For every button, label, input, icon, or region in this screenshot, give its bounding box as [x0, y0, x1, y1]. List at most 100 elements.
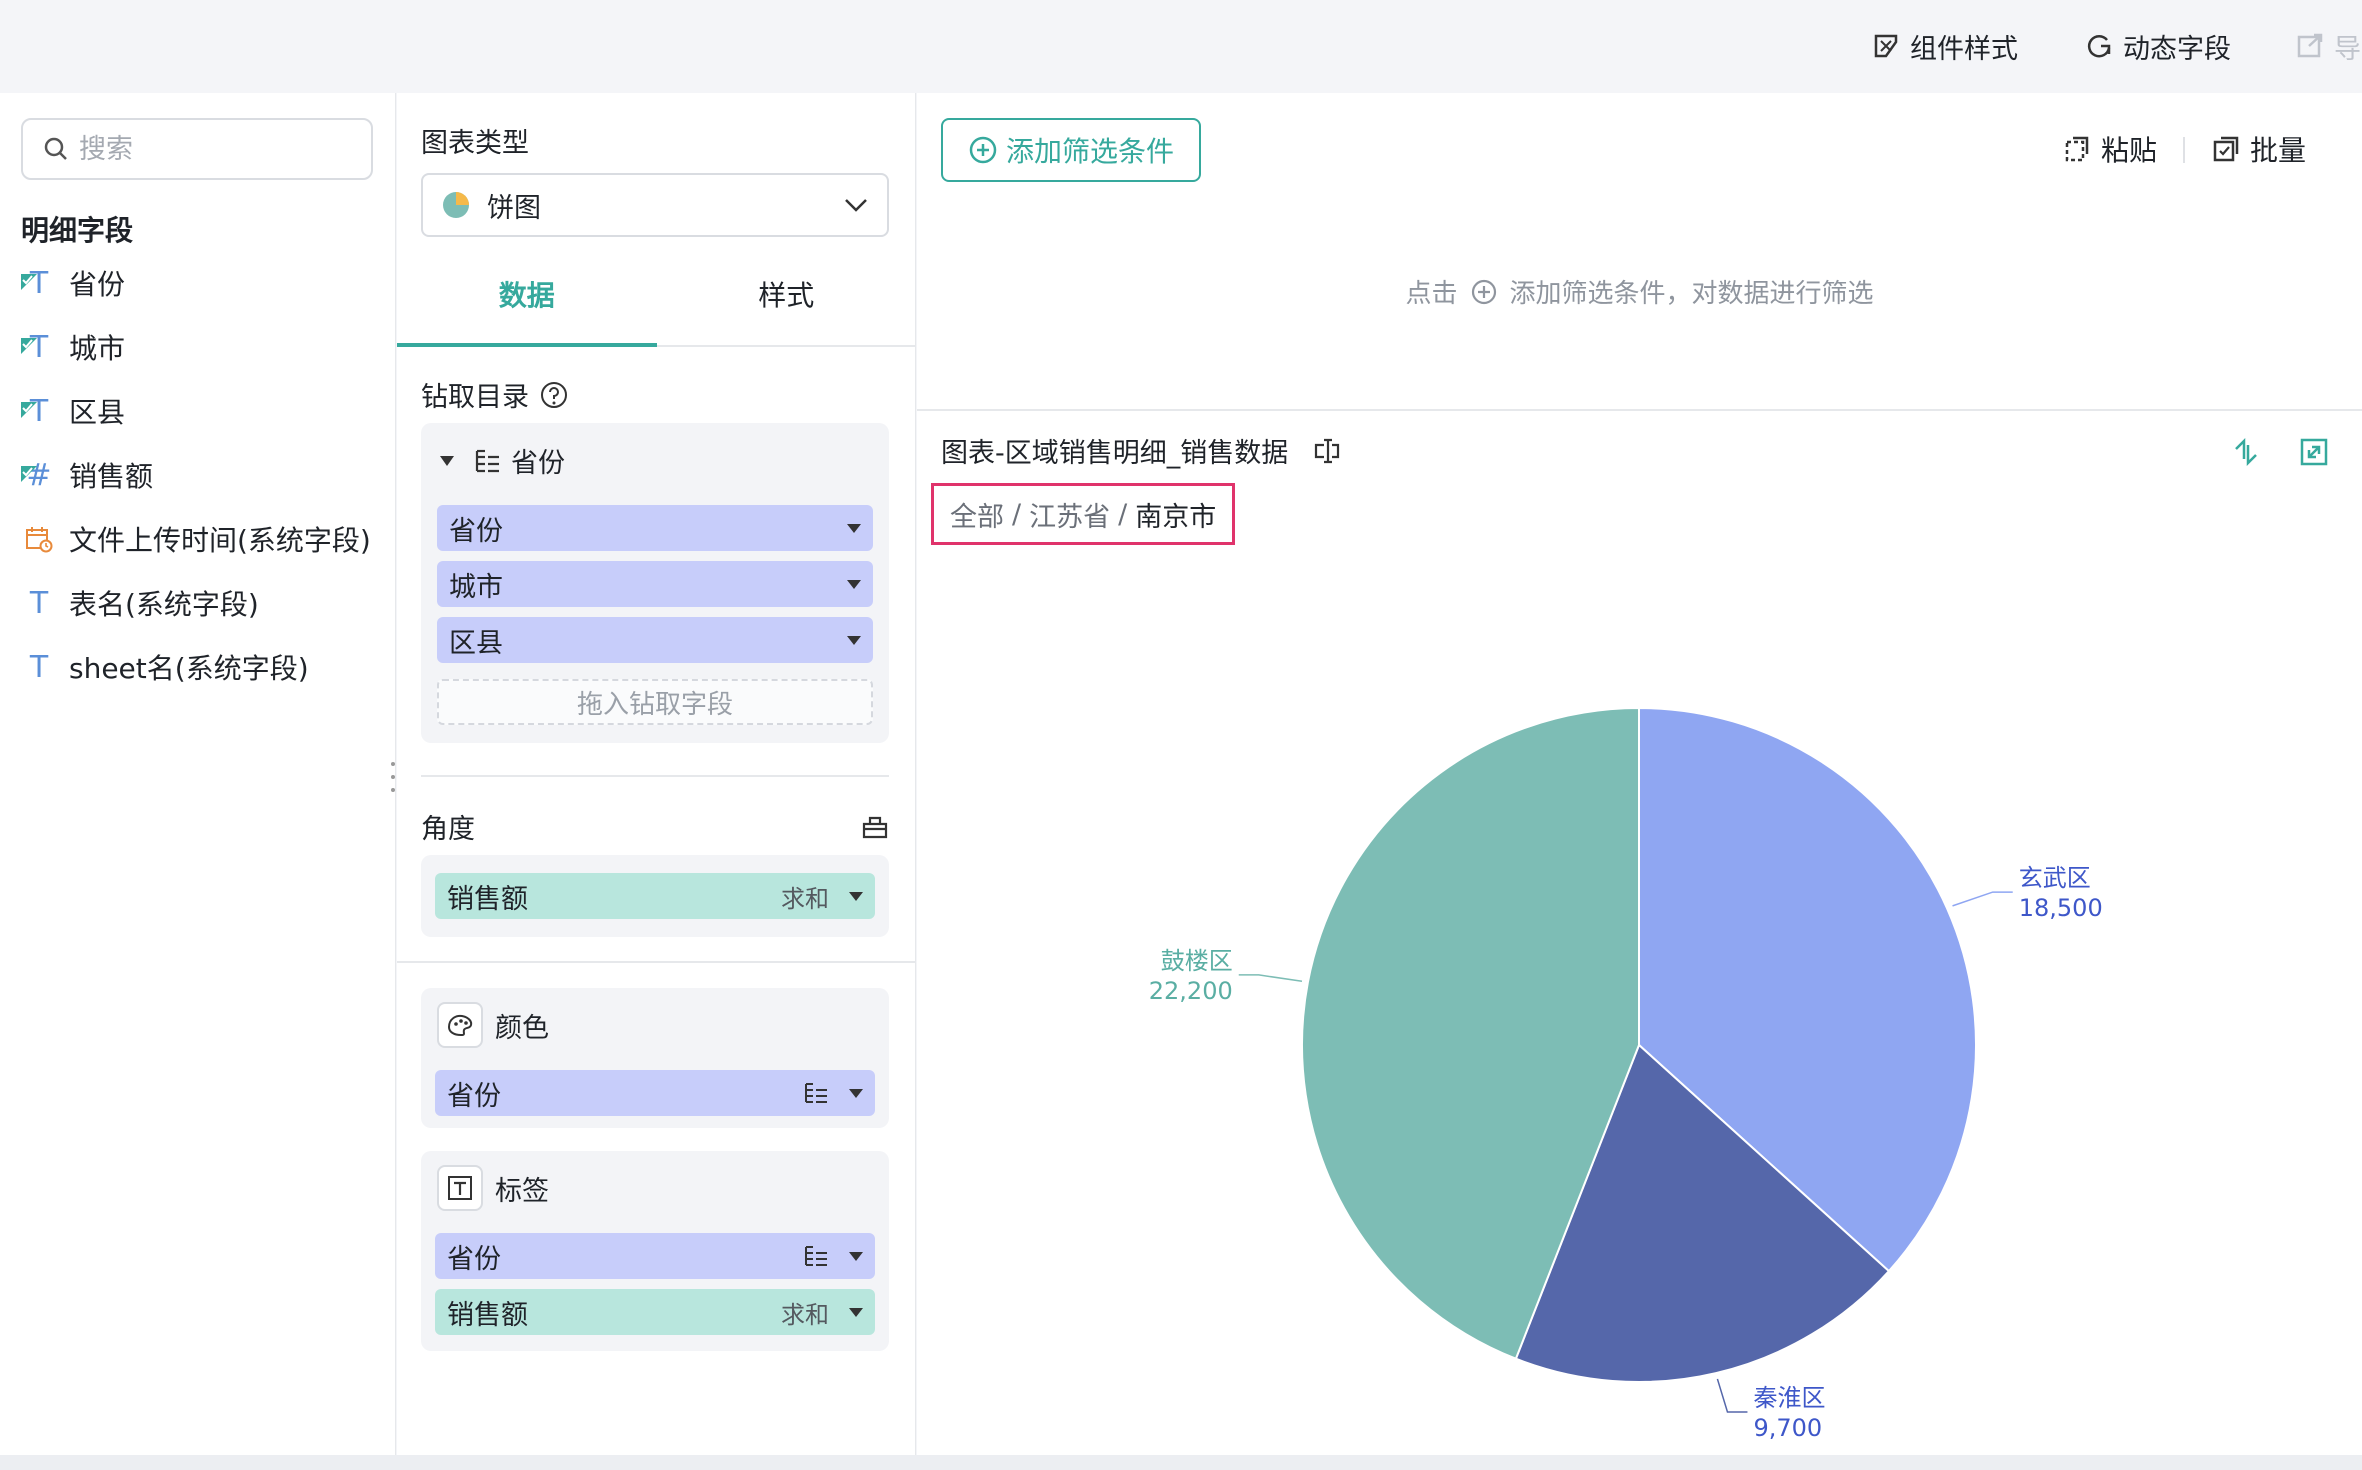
- chart-title-text: 图表-区域销售明细_销售数据: [941, 438, 1289, 469]
- caret-down-icon[interactable]: [847, 635, 861, 645]
- drill-drop-zone[interactable]: 拖入钻取字段: [437, 679, 873, 725]
- field-item[interactable]: # 销售额: [21, 452, 153, 498]
- search-icon: [44, 137, 67, 160]
- field-label: 销售额: [69, 460, 154, 493]
- caret-down-icon[interactable]: [849, 1307, 863, 1317]
- text-type-icon: T: [21, 327, 57, 367]
- angle-section-header: 角度: [421, 807, 889, 846]
- add-filter-button[interactable]: 添加筛选条件: [941, 118, 1201, 182]
- color-header: 颜色: [437, 1002, 549, 1048]
- drill-group-header[interactable]: 省份: [439, 441, 565, 480]
- caret-down-icon[interactable]: [847, 579, 861, 589]
- checked-corner-icon: [21, 263, 37, 290]
- dynamic-field-label: 动态字段: [2123, 33, 2231, 65]
- divider: [397, 961, 916, 963]
- angle-label: 角度: [421, 814, 475, 845]
- help-icon[interactable]: [539, 380, 569, 410]
- field-label: sheet名(系统字段): [69, 652, 309, 685]
- tag-agg: 求和: [781, 1300, 829, 1329]
- field-item[interactable]: T 表名(系统字段): [21, 580, 259, 626]
- text-type-icon: T: [21, 263, 57, 303]
- dynamic-field-button[interactable]: 动态字段: [2085, 26, 2231, 66]
- angle-field-name: 销售额: [447, 883, 528, 915]
- field-list-panel: 明细字段 T省份T城市T区县#销售额文件上传时间(系统字段)T表名(系统字段)T…: [0, 93, 403, 1455]
- tag-field-name: 销售额: [447, 1299, 528, 1331]
- field-item[interactable]: T 区县: [21, 388, 125, 434]
- color-label: 颜色: [495, 1012, 549, 1044]
- field-item[interactable]: T 城市: [21, 324, 125, 370]
- pie-chart-icon: [443, 192, 469, 218]
- color-group: 颜色 省份: [421, 988, 889, 1128]
- drill-field-pill[interactable]: 省份: [437, 505, 873, 551]
- caret-down-icon[interactable]: [849, 1088, 863, 1098]
- export-button[interactable]: 导: [2296, 26, 2361, 66]
- caret-down-icon[interactable]: [849, 891, 863, 901]
- field-label: 表名(系统字段): [69, 588, 259, 621]
- chart-title: 图表-区域销售明细_销售数据: [941, 431, 1342, 470]
- bracket-icon[interactable]: [861, 814, 889, 840]
- field-item[interactable]: 文件上传时间(系统字段): [21, 516, 371, 562]
- brush-icon: [1874, 34, 1898, 58]
- hierarchy-icon: [805, 1083, 827, 1103]
- divider: [2183, 137, 2185, 163]
- batch-label: 批量: [2250, 134, 2307, 167]
- tag-group: 标签 省份销售额 求和: [421, 1151, 889, 1351]
- plus-circle-icon[interactable]: [1470, 278, 1498, 306]
- paste-button[interactable]: 粘贴: [2063, 129, 2157, 169]
- chart-type-select[interactable]: 饼图: [421, 173, 889, 237]
- chart-type-label: 图表类型: [421, 128, 529, 159]
- checked-corner-icon: [21, 455, 37, 482]
- hint-prefix: 点击: [1405, 279, 1458, 309]
- field-label: 文件上传时间(系统字段): [69, 524, 371, 557]
- tag-label: 标签: [495, 1175, 549, 1207]
- field-label: 城市: [69, 332, 126, 365]
- component-style-button[interactable]: 组件样式: [1872, 26, 2018, 66]
- tab-data[interactable]: 数据: [397, 243, 657, 347]
- tag-field-name: 省份: [447, 1243, 501, 1275]
- color-field-pill[interactable]: 省份: [435, 1070, 875, 1116]
- detail-fields-title: 明细字段: [21, 214, 134, 247]
- label-leader-line: [1716, 1378, 1748, 1413]
- component-style-label: 组件样式: [1910, 33, 2018, 65]
- breadcrumb-separator: /: [1012, 498, 1022, 530]
- rename-cursor-icon[interactable]: [1312, 436, 1342, 466]
- text-type-icon: T: [21, 391, 57, 431]
- breadcrumb-item-city: 南京市: [1135, 501, 1217, 533]
- angle-agg: 求和: [781, 884, 829, 913]
- field-item[interactable]: T 省份: [21, 260, 125, 306]
- breadcrumb-item-province[interactable]: 江苏省: [1029, 495, 1110, 534]
- bottom-strip: [0, 1455, 2362, 1470]
- breadcrumb-item-all[interactable]: 全部: [950, 495, 1004, 534]
- checked-corner-icon: [21, 391, 37, 418]
- color-field-name: 省份: [447, 1080, 501, 1112]
- calendar-icon: [21, 519, 57, 559]
- field-item[interactable]: Tsheet名(系统字段): [21, 644, 309, 690]
- field-label: 省份: [69, 268, 126, 301]
- angle-field-pill[interactable]: 销售额 求和: [435, 873, 875, 919]
- fullscreen-icon[interactable]: [2299, 437, 2329, 467]
- tag-field-pill[interactable]: 省份: [435, 1233, 875, 1279]
- caret-down-icon[interactable]: [849, 1251, 863, 1261]
- drill-field-name: 城市: [449, 571, 503, 603]
- slice-value: 9,700: [1753, 1414, 1822, 1442]
- batch-edit-icon: [2213, 136, 2239, 162]
- palette-icon[interactable]: [437, 1002, 483, 1048]
- drill-section-header: 钻取目录: [421, 375, 569, 414]
- pie-chart: 玄武区18,500秦淮区9,700鼓楼区22,200区县玄武区秦淮区鼓楼区: [1149, 706, 2103, 1470]
- tab-style[interactable]: 样式: [657, 243, 917, 345]
- paste-icon: [2065, 136, 2089, 162]
- drill-breadcrumb: 全部 / 江苏省 / 南京市: [931, 483, 1236, 545]
- search-input[interactable]: [79, 133, 359, 165]
- drill-field-pill[interactable]: 城市: [437, 561, 873, 607]
- search-box[interactable]: [21, 118, 373, 180]
- tag-field-pill[interactable]: 销售额 求和: [435, 1289, 875, 1335]
- number-type-icon: #: [21, 455, 57, 495]
- swap-axis-icon[interactable]: [2231, 437, 2261, 467]
- drill-field-pill[interactable]: 区县: [437, 617, 873, 663]
- drill-field-name: 区县: [449, 627, 503, 659]
- slice-label: 秦淮区: [1753, 1384, 1825, 1412]
- batch-button[interactable]: 批量: [2212, 129, 2306, 169]
- text-box-icon[interactable]: [437, 1165, 483, 1211]
- collapse-triangle-icon[interactable]: [439, 455, 455, 467]
- caret-down-icon[interactable]: [847, 523, 861, 533]
